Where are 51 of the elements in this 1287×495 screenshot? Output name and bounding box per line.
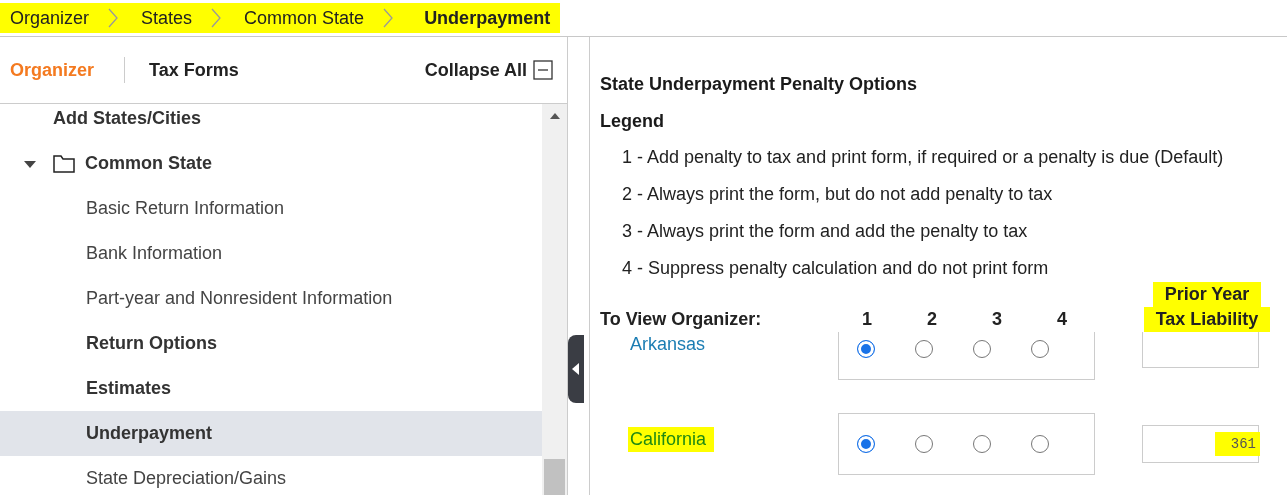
- field-value: 361: [1214, 432, 1260, 456]
- tree-item[interactable]: Bank Information: [0, 231, 542, 276]
- caret-icon[interactable]: [23, 158, 37, 169]
- scroll-up-icon[interactable]: [548, 112, 561, 120]
- scrollbar-thumb[interactable]: [544, 459, 565, 495]
- radio-button[interactable]: [915, 435, 933, 453]
- tree-item[interactable]: Estimates: [0, 366, 542, 411]
- radio-button[interactable]: [1031, 435, 1049, 453]
- input-field[interactable]: [1142, 332, 1259, 368]
- column-header: Tax Liability: [1143, 307, 1271, 332]
- section-title: State Underpayment Penalty Options: [600, 73, 919, 95]
- radio-button[interactable]: [973, 340, 991, 358]
- radio-button[interactable]: [1031, 340, 1049, 358]
- collapse-all-button[interactable]: Collapse All: [424, 59, 553, 81]
- collapse-panel-handle[interactable]: [568, 335, 584, 403]
- breadcrumb-link[interactable]: States: [141, 7, 193, 29]
- column-header: 4: [1057, 309, 1068, 331]
- input-field[interactable]: 361: [1142, 425, 1259, 463]
- radio-button[interactable]: [857, 435, 875, 453]
- folder-icon: [53, 154, 75, 173]
- column-header: 1: [862, 309, 873, 331]
- column-header: 3: [992, 309, 1003, 331]
- tree-item[interactable]: Underpayment: [0, 411, 542, 456]
- left-arrow-icon: [572, 363, 580, 375]
- column-header: Prior Year: [1152, 282, 1262, 307]
- tree-item[interactable]: State Depreciation/Gains: [0, 456, 542, 495]
- legend-item: 3 - Always print the form and add the penalty to tax: [621, 220, 1029, 242]
- radio-button[interactable]: [915, 340, 933, 358]
- collapse-icon: [533, 60, 553, 80]
- state-link[interactable]: California: [630, 429, 707, 449]
- tree-item[interactable]: Return Options: [0, 321, 542, 366]
- radio-button[interactable]: [857, 340, 875, 358]
- tree-item[interactable]: Basic Return Information: [0, 186, 542, 231]
- tree-item[interactable]: Part-year and Nonresident Information: [0, 276, 542, 321]
- chevron-icon: [382, 7, 395, 29]
- breadcrumb-link[interactable]: Organizer: [10, 7, 90, 29]
- sidebar-tab[interactable]: Tax Forms: [149, 59, 245, 81]
- breadcrumb-link[interactable]: Common State: [244, 7, 365, 29]
- legend-title: Legend: [600, 110, 665, 132]
- folder-label[interactable]: Common State: [85, 153, 212, 174]
- radio-button[interactable]: [973, 435, 991, 453]
- legend-item: 4 - Suppress penalty calculation and do not print form: [621, 257, 1050, 279]
- chevron-icon: [107, 7, 120, 29]
- tree-item[interactable]: Add States/Cities: [0, 104, 542, 141]
- chevron-icon: [210, 7, 223, 29]
- column-header: 2: [927, 309, 938, 331]
- legend-item: 1 - Add penalty to tax and print form, if required or a penalty is due (Default): [621, 146, 1225, 168]
- state-link[interactable]: Arkansas: [630, 334, 706, 354]
- column-header: To View Organizer:: [600, 309, 763, 331]
- scrollbar[interactable]: [542, 104, 567, 495]
- legend-item: 2 - Always print the form, but do not add penalty to tax: [621, 183, 1054, 205]
